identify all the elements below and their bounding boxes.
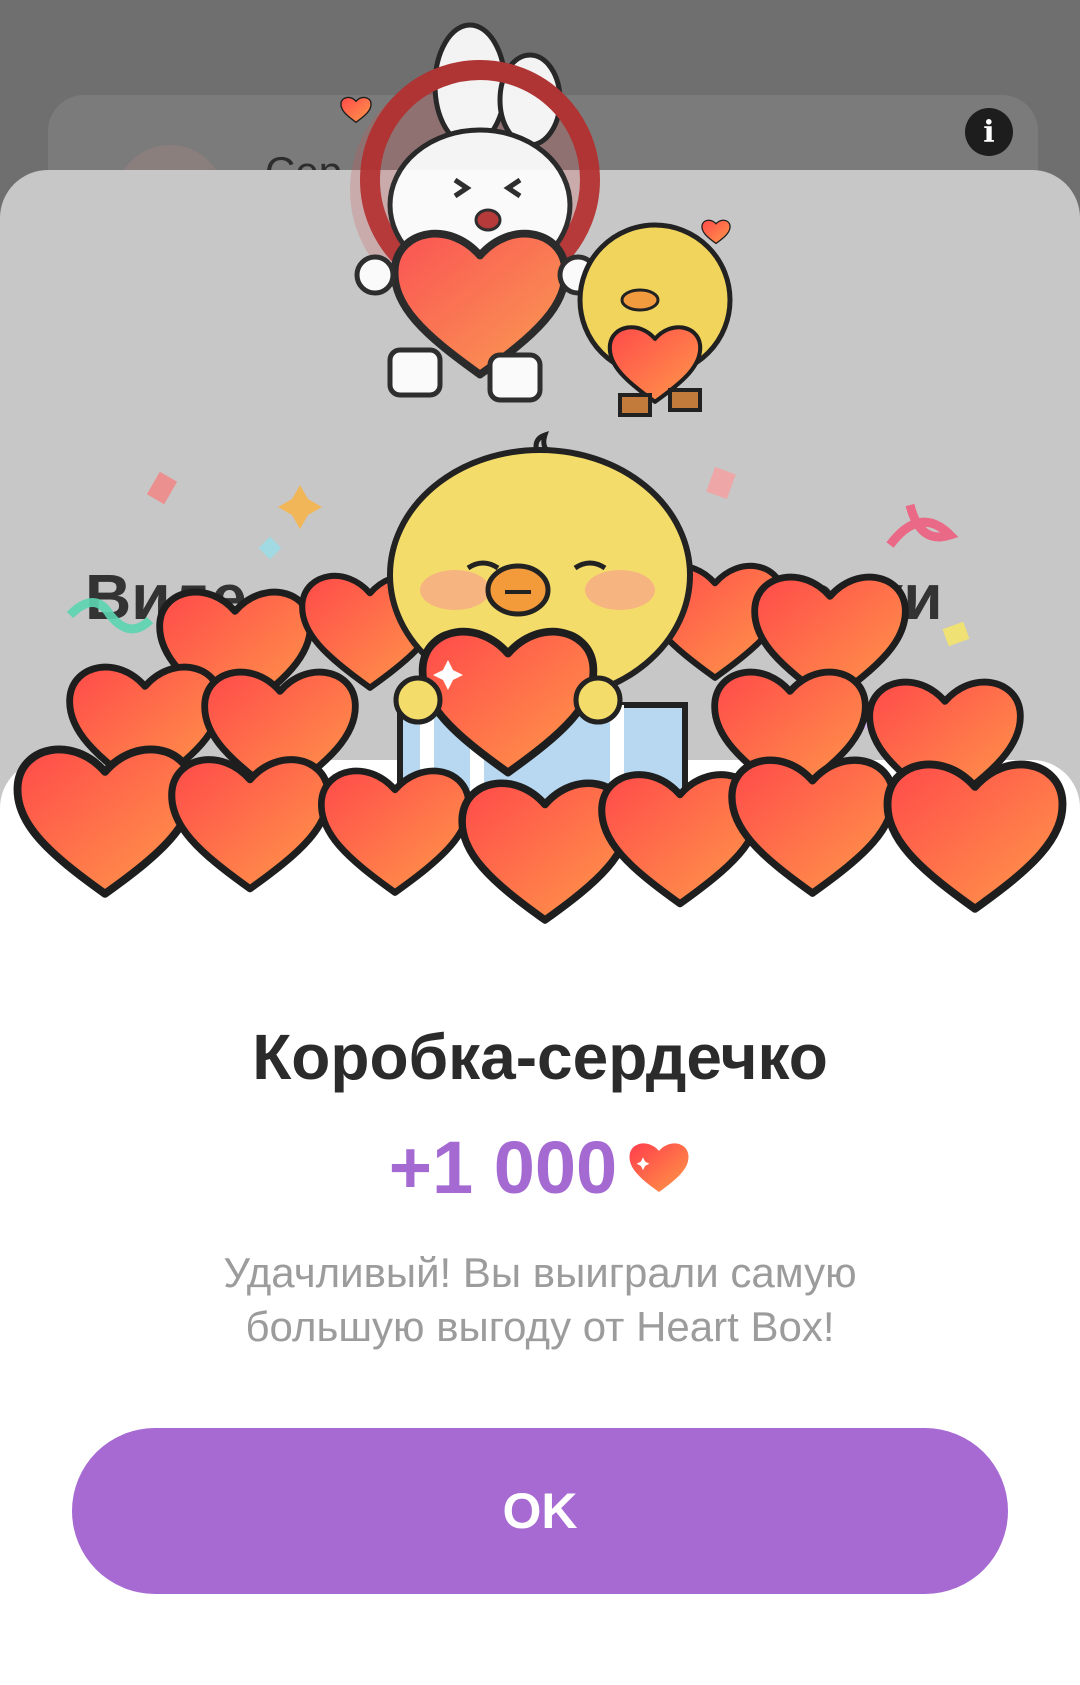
duck-character: [387, 431, 693, 808]
reward-amount: +1 000: [388, 1126, 618, 1209]
small-duck-character: [577, 222, 733, 417]
rabbit-character: [350, 22, 600, 403]
heart-icon: [629, 1142, 689, 1192]
reward-amount-row: +1 000: [0, 1125, 1080, 1210]
heart-box-illustration: [0, 22, 1080, 960]
reward-description: Удачливый! Вы выиграли самую большую выг…: [223, 1249, 857, 1350]
reward-title: Коробка-сердечко: [252, 1021, 828, 1093]
ok-button[interactable]: OK: [72, 1428, 1008, 1594]
